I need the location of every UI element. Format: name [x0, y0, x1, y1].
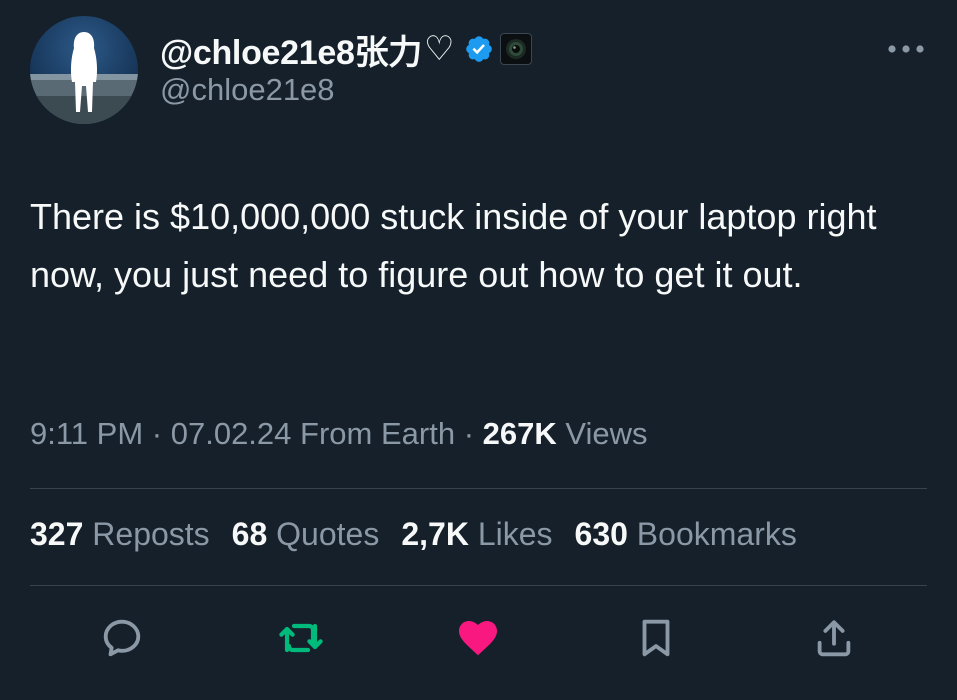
- name-heart-glyph: ♡: [424, 30, 455, 68]
- verified-badge-icon[interactable]: [464, 34, 494, 64]
- affiliate-badge-icon[interactable]: [500, 33, 533, 65]
- tweet-meta: 9:11 PM · 07.02.24 From Earth · 267K Vie…: [30, 416, 648, 452]
- reply-icon[interactable]: [96, 612, 148, 664]
- bookmark-icon[interactable]: [630, 612, 682, 664]
- stat-count: 327: [30, 516, 84, 552]
- views-count[interactable]: 267K: [483, 416, 557, 451]
- stat-count: 2,7K: [401, 516, 469, 552]
- stat-quotes[interactable]: 68 Quotes: [232, 516, 380, 553]
- stat-label: Bookmarks: [636, 516, 797, 552]
- engagement-stats: 327 Reposts 68 Quotes 2,7K Likes 630 Boo…: [30, 516, 819, 553]
- stat-reposts[interactable]: 327 Reposts: [30, 516, 210, 553]
- tweet-source: From Earth: [300, 416, 456, 451]
- like-icon[interactable]: [452, 612, 504, 664]
- more-options-icon[interactable]: [885, 42, 927, 56]
- stat-count: 68: [231, 516, 268, 552]
- stat-label: Quotes: [276, 516, 380, 552]
- avatar[interactable]: [30, 16, 138, 124]
- tweet-text: There is $10,000,000 stuck inside of you…: [30, 196, 877, 295]
- meta-separator: ·: [151, 416, 163, 451]
- meta-separator: ·: [463, 416, 475, 451]
- stat-likes[interactable]: 2,7K Likes: [401, 516, 552, 553]
- display-name-row: @chloe21e8张力 ♡: [160, 28, 533, 72]
- author-names: @chloe21e8张力 ♡ @chloe21e8: [160, 28, 533, 126]
- repost-icon[interactable]: [275, 612, 327, 664]
- author-handle[interactable]: @chloe21e8: [160, 72, 532, 108]
- display-name[interactable]: @chloe21e8张力: [160, 25, 422, 74]
- share-icon[interactable]: [808, 612, 860, 664]
- views-label[interactable]: Views: [565, 416, 647, 451]
- stat-count: 630: [574, 516, 628, 552]
- stat-label: Reposts: [92, 516, 210, 552]
- divider: [30, 488, 927, 489]
- tweet-date[interactable]: 07.02.24: [171, 416, 292, 451]
- divider: [30, 585, 927, 586]
- tweet-header: @chloe21e8张力 ♡ @chloe21e8: [30, 16, 927, 126]
- action-bar: [0, 612, 957, 668]
- tweet-detail: @chloe21e8张力 ♡ @chloe21e8 There is $10,0…: [0, 0, 957, 700]
- stat-label: Likes: [477, 516, 553, 552]
- stat-bookmarks[interactable]: 630 Bookmarks: [575, 516, 797, 553]
- tweet-time[interactable]: 9:11 PM: [30, 416, 143, 451]
